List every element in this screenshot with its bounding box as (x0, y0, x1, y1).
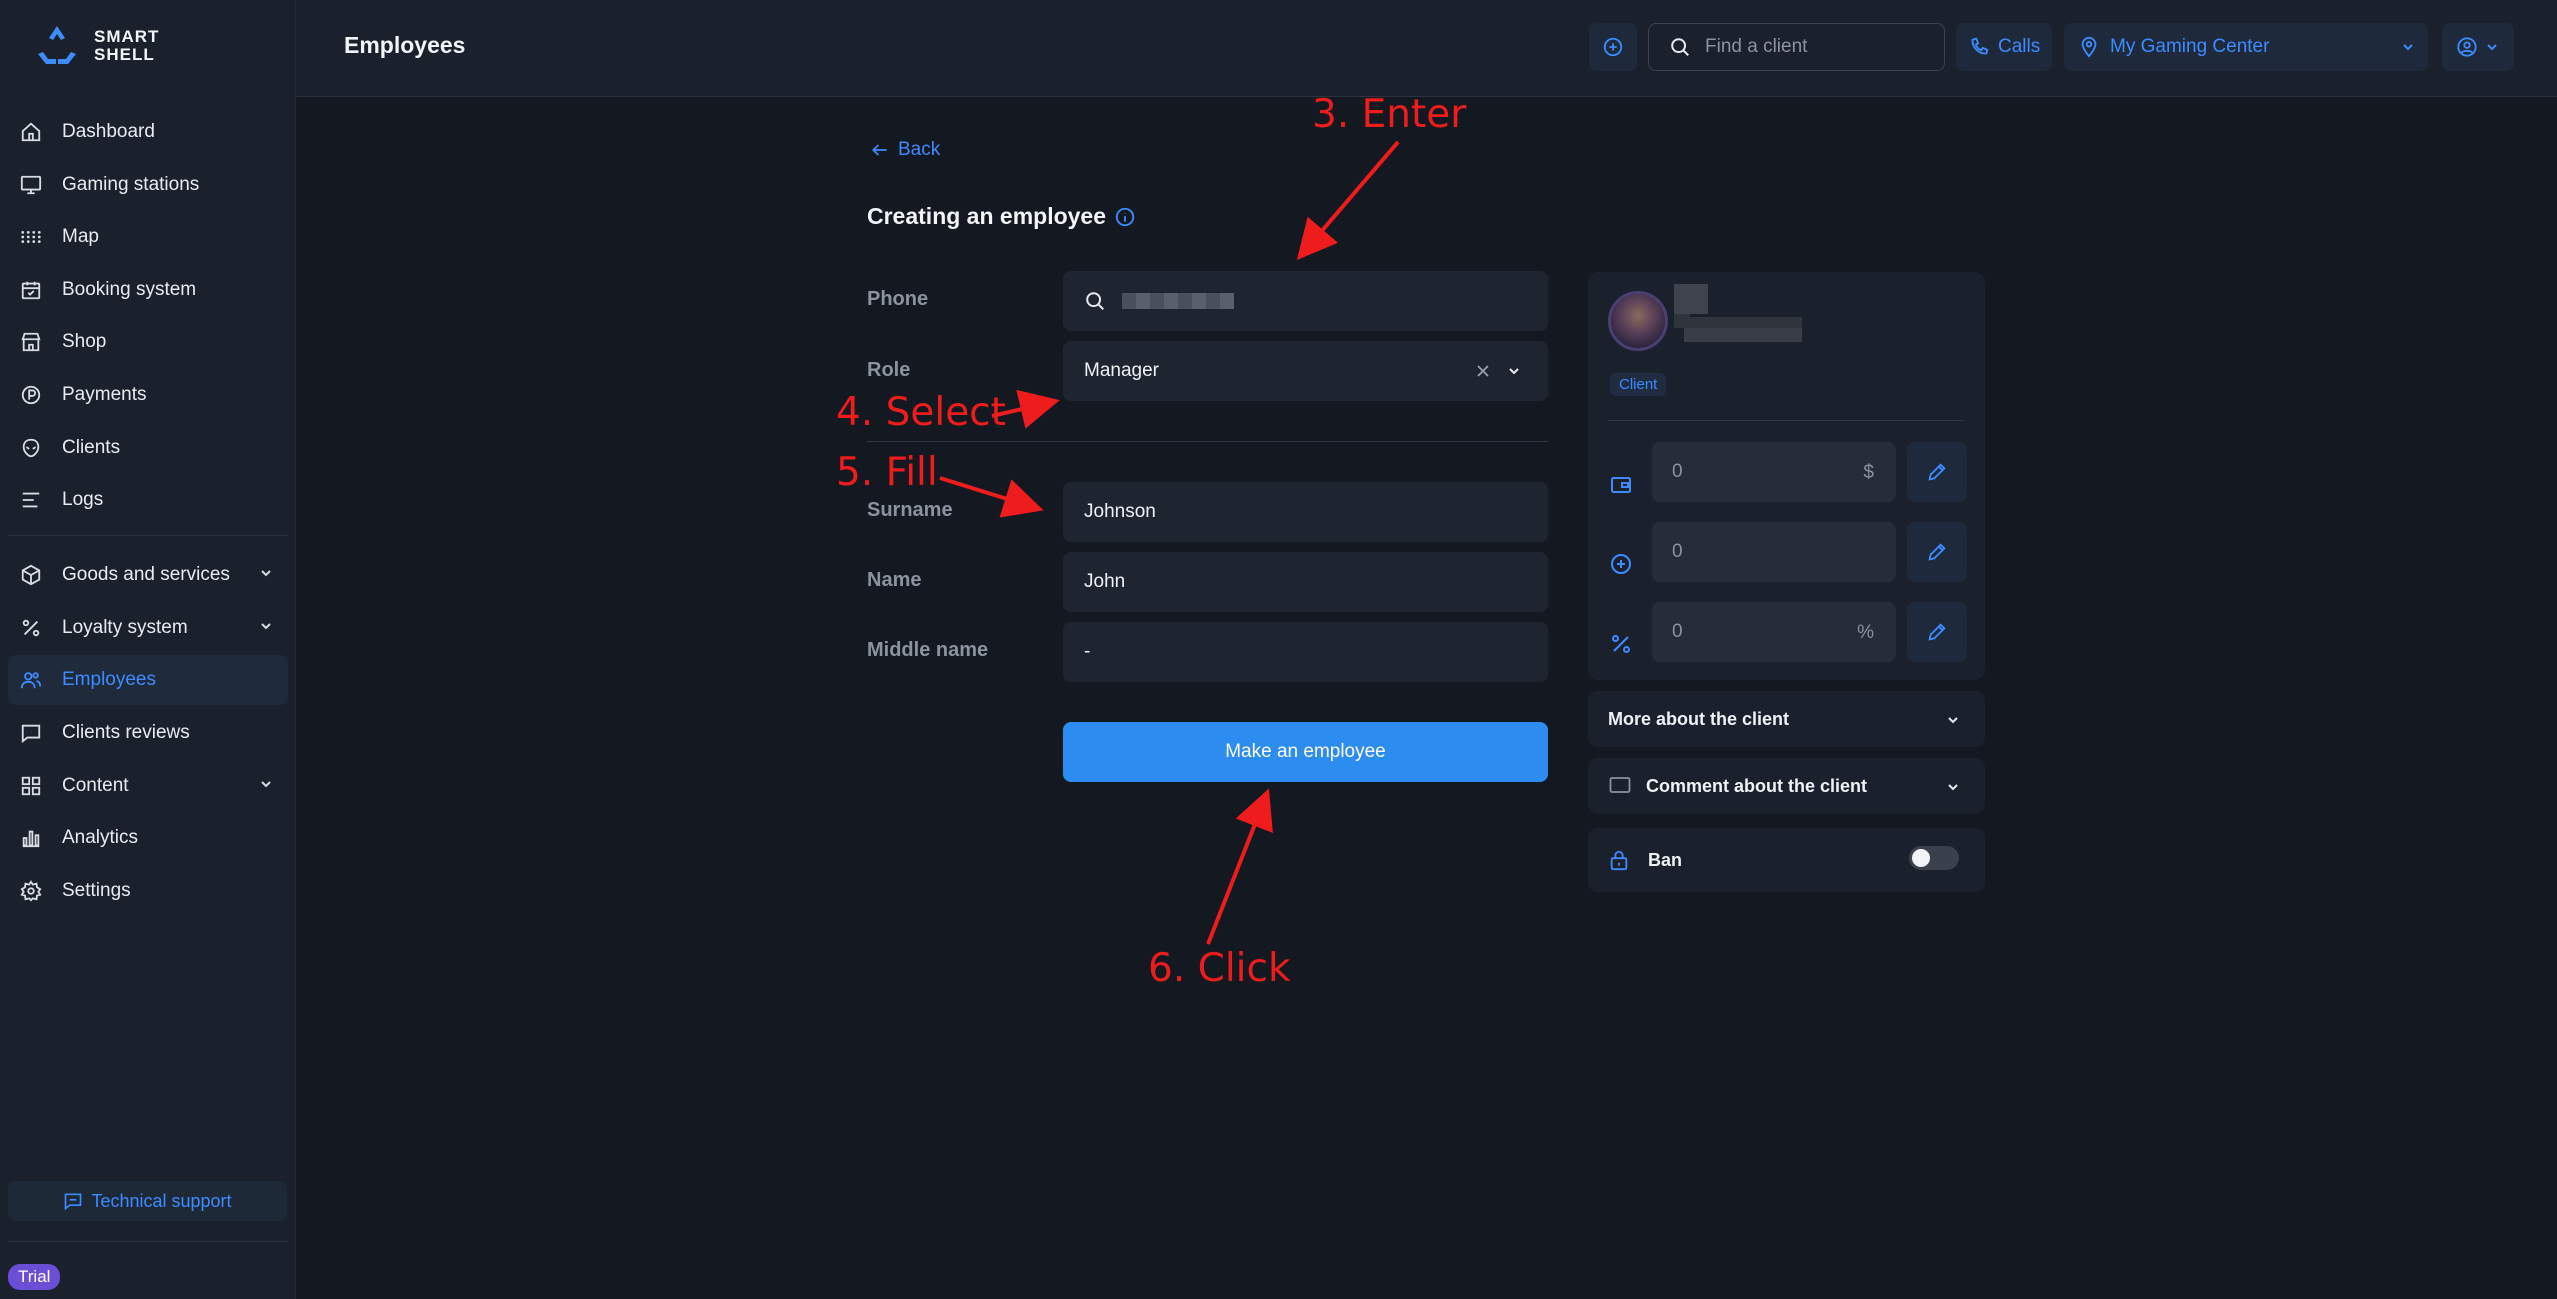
annotation-arrow-step5 (939, 476, 1044, 518)
annotation-step4: 4. Select (836, 390, 1006, 435)
annotation-step3: 3. Enter (1312, 92, 1467, 137)
annotation-arrow-step6 (1206, 788, 1273, 945)
annotation-arrows (939, 140, 1400, 945)
annotation-arrow-step3 (1296, 140, 1400, 261)
annotation-step6: 6. Click (1148, 946, 1291, 991)
annotation-step5: 5. Fill (836, 450, 938, 495)
